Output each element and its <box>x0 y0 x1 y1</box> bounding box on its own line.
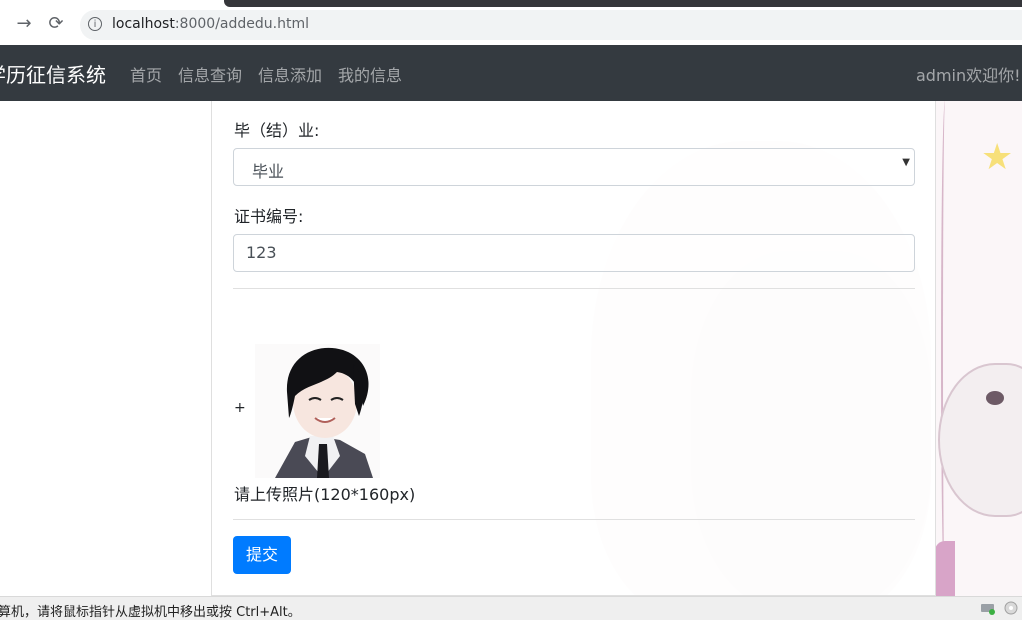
star-icon: ★ <box>981 137 1014 178</box>
caret-down-icon: ▼ <box>902 157 910 168</box>
brand-title[interactable]: 学历征信系统 <box>0 59 106 88</box>
illustration-hair-line <box>941 101 949 596</box>
welcome-text[interactable]: admin欢迎你! 退 <box>916 62 1022 86</box>
browser-toolbar: → ⟳ i localhost:8000/addedu.html <box>0 0 1022 46</box>
network-icon[interactable] <box>980 601 996 615</box>
cert-number-label: 证书编号: <box>234 207 304 226</box>
divider <box>233 519 915 520</box>
disk-icon[interactable] <box>1003 601 1019 615</box>
top-navbar: 学历征信系统 首页 信息查询 信息添加 我的信息 admin欢迎你! 退 <box>0 45 1022 101</box>
reload-icon[interactable]: ⟳ <box>44 12 68 36</box>
graduation-selected-value: 毕业 <box>252 162 285 181</box>
info-icon[interactable]: i <box>88 17 102 31</box>
url-text: localhost:8000/addedu.html <box>112 16 309 32</box>
forward-arrow-icon[interactable]: → <box>12 12 36 36</box>
tab-strip <box>224 0 1022 7</box>
nav-query[interactable]: 信息查询 <box>178 62 242 86</box>
divider <box>233 288 915 289</box>
cert-number-input[interactable]: 123 <box>233 234 915 272</box>
illustration-eye <box>986 391 1004 405</box>
url-path: :8000/addedu.html <box>174 16 309 32</box>
cert-number-value: 123 <box>246 243 277 262</box>
address-bar[interactable]: i localhost:8000/addedu.html <box>80 10 1022 40</box>
plus-icon[interactable]: + <box>234 400 246 416</box>
nav-home[interactable]: 首页 <box>130 62 162 86</box>
submit-button[interactable]: 提交 <box>233 536 291 574</box>
portrait-illustration <box>255 344 380 478</box>
graduation-label: 毕（结）业: <box>234 121 320 140</box>
illustration-pink-accent <box>935 541 955 596</box>
nav-my-info[interactable]: 我的信息 <box>338 62 402 86</box>
status-message: 算机，请将鼠标指针从虚拟机中移出或按 Ctrl+Alt。 <box>0 605 301 620</box>
vm-status-bar: 算机，请将鼠标指针从虚拟机中移出或按 Ctrl+Alt。 <box>0 596 1022 620</box>
form-card: 毕（结）业: 毕业 ▼ 证书编号: 123 + 请上传照片(120*160px) <box>211 101 936 596</box>
uploaded-photo[interactable] <box>255 344 380 478</box>
upload-hint: 请上传照片(120*160px) <box>234 485 416 504</box>
nav-add[interactable]: 信息添加 <box>258 62 322 86</box>
url-host: localhost <box>112 16 175 32</box>
graduation-select[interactable]: 毕业 ▼ <box>233 148 915 186</box>
